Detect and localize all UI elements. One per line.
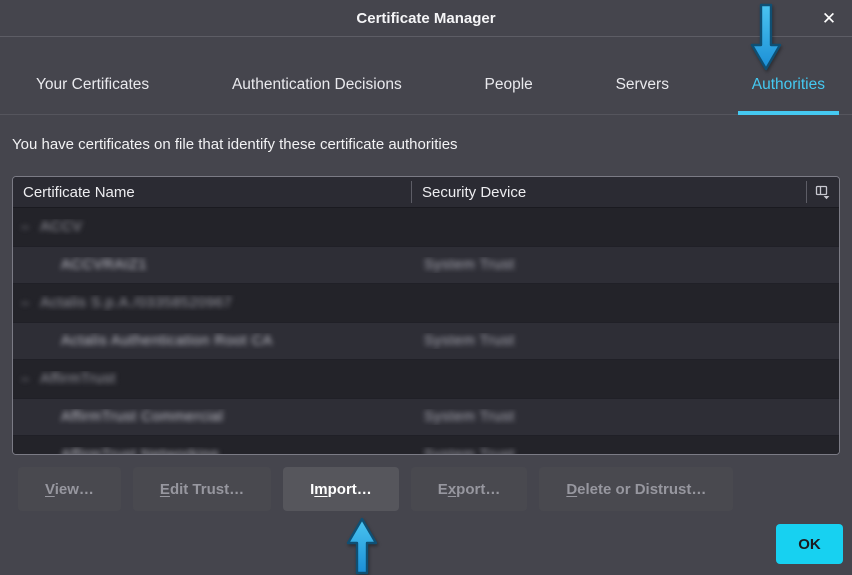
certificate-name: ACCV — [40, 219, 82, 235]
certificate-table: Certificate Name Security Device −ACCV A… — [12, 176, 840, 455]
table-row[interactable]: −ACCV — [13, 208, 839, 246]
collapse-icon[interactable]: − — [21, 371, 29, 387]
table-row[interactable]: AffirmTrust Commercial System Trust — [13, 398, 839, 436]
action-button-row: View… Edit Trust… Import… Export… Delete… — [18, 467, 733, 511]
column-picker-glyph — [815, 184, 831, 200]
ok-button[interactable]: OK — [776, 524, 843, 564]
tab-people[interactable]: People — [471, 76, 547, 114]
table-header: Certificate Name Security Device — [13, 177, 839, 208]
table-body: −ACCV ACCVRAIZ1 System Trust −Actalis S.… — [13, 208, 839, 454]
column-header-security-device[interactable]: Security Device — [412, 184, 806, 201]
table-row[interactable]: ACCVRAIZ1 System Trust — [13, 246, 839, 284]
certificate-name: Actalis S.p.A./03358520967 — [40, 295, 232, 311]
info-text: You have certificates on file that ident… — [12, 136, 458, 153]
view-button[interactable]: View… — [18, 467, 121, 511]
delete-or-distrust-button[interactable]: Delete or Distrust… — [539, 467, 733, 511]
table-row[interactable]: Actalis Authentication Root CA System Tr… — [13, 322, 839, 360]
tab-your-certificates[interactable]: Your Certificates — [22, 76, 163, 114]
title-bar: Certificate Manager ✕ — [0, 0, 852, 37]
tab-servers[interactable]: Servers — [602, 76, 683, 114]
security-device: System Trust — [424, 409, 515, 425]
tab-strip: Your Certificates Authentication Decisio… — [0, 37, 852, 115]
tab-authorities[interactable]: Authorities — [738, 76, 839, 114]
column-picker-icon[interactable] — [807, 177, 839, 207]
collapse-icon[interactable]: − — [21, 219, 29, 235]
export-button[interactable]: Export… — [411, 467, 528, 511]
dialog-title: Certificate Manager — [356, 10, 495, 27]
table-row[interactable]: −Actalis S.p.A./03358520967 — [13, 284, 839, 322]
certificate-manager-dialog: { "window": { "title": "Certificate Mana… — [0, 0, 852, 575]
close-icon[interactable]: ✕ — [815, 5, 843, 33]
table-row[interactable]: AffirmTrust Networking System Trust — [13, 436, 839, 454]
column-header-certificate-name[interactable]: Certificate Name — [13, 184, 411, 201]
security-device: System Trust — [424, 257, 515, 273]
certificate-name: ACCVRAIZ1 — [61, 257, 147, 273]
security-device: System Trust — [424, 333, 515, 349]
certificate-name: AffirmTrust — [40, 371, 116, 387]
tab-authentication-decisions[interactable]: Authentication Decisions — [218, 76, 416, 114]
collapse-icon[interactable]: − — [21, 295, 29, 311]
certificate-name: AffirmTrust Commercial — [61, 409, 223, 425]
certificate-name: AffirmTrust Networking — [61, 447, 219, 454]
import-button[interactable]: Import… — [283, 467, 399, 511]
table-row[interactable]: −AffirmTrust — [13, 360, 839, 398]
certificate-name: Actalis Authentication Root CA — [61, 333, 273, 349]
up-arrow-annotation — [343, 517, 381, 575]
edit-trust-button[interactable]: Edit Trust… — [133, 467, 271, 511]
security-device: System Trust — [424, 447, 515, 454]
